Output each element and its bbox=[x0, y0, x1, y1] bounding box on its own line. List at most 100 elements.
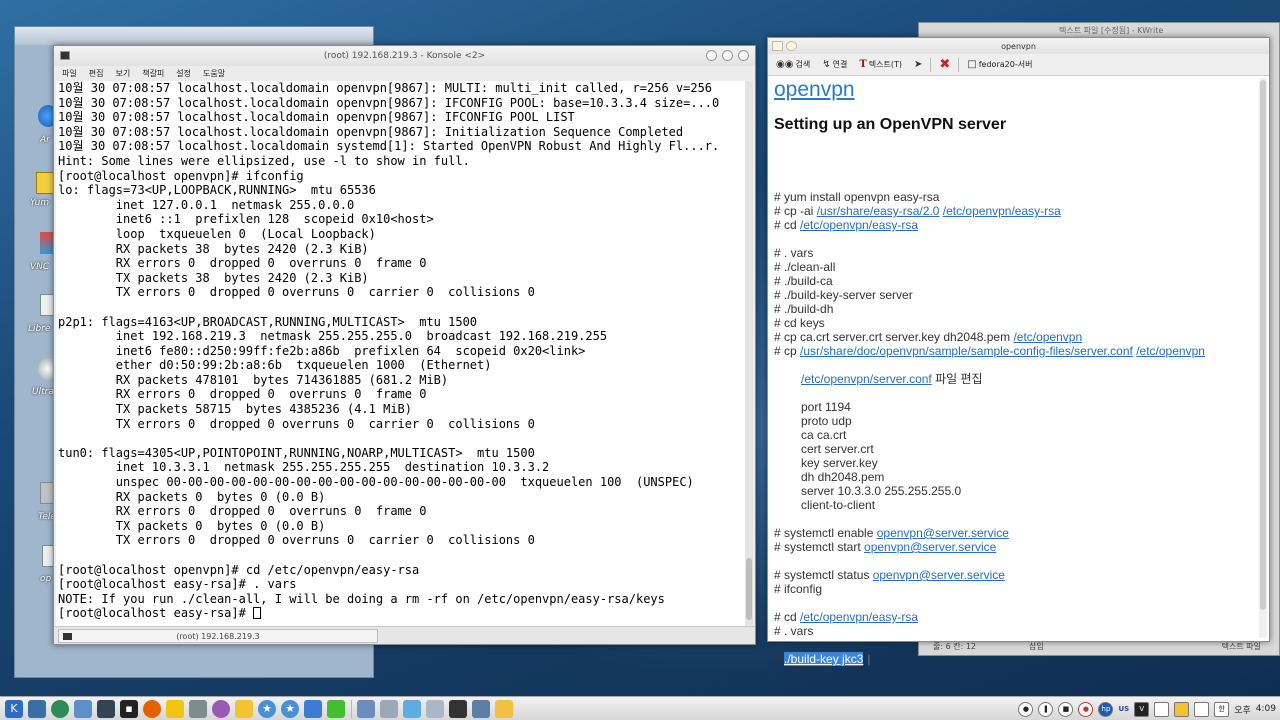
doc-link[interactable]: /etc/openvpn bbox=[1013, 330, 1082, 344]
doc-link[interactable]: /etc/openvpn/server.conf bbox=[801, 372, 932, 386]
konsole-window[interactable]: (root) 192.168.219.3 - Konsole <2> 파일 편집… bbox=[53, 45, 756, 645]
konsole-titlebar[interactable]: (root) 192.168.219.3 - Konsole <2> bbox=[54, 46, 755, 66]
chat-tray-icon[interactable] bbox=[1194, 701, 1210, 717]
kde-menu-icon[interactable]: K bbox=[5, 699, 23, 718]
menu-file[interactable]: 파일 bbox=[62, 68, 77, 79]
vmware-icon[interactable]: V bbox=[1134, 701, 1150, 717]
doc-link[interactable]: /usr/share/doc/openvpn/sample/sample-con… bbox=[800, 344, 1133, 358]
site-logo[interactable]: openvpn bbox=[774, 78, 855, 102]
clock-time[interactable]: 4:09 bbox=[1256, 704, 1276, 714]
browser-titlebar[interactable]: openvpn bbox=[768, 38, 1269, 54]
cmd-line: # systemctl enable openvpn@server.servic… bbox=[774, 526, 1009, 540]
terminal-line: lo: flags=73<UP,LOOPBACK,RUNNING> mtu 65… bbox=[58, 183, 376, 198]
network-icon[interactable] bbox=[472, 699, 490, 718]
chat-icon[interactable] bbox=[327, 699, 345, 718]
pause-icon[interactable]: ❚ bbox=[1038, 701, 1054, 717]
doc-link[interactable]: /etc/openvpn/easy-rsa bbox=[943, 204, 1061, 218]
browser-toolbar: ◉◉ 검색 ↯ 연결 T 텍스트(T) ➤ ✖ □ fedora20-서버 bbox=[768, 54, 1269, 76]
send-icon: ➤ bbox=[913, 59, 923, 70]
folder-icon[interactable] bbox=[235, 699, 253, 718]
browser-window[interactable]: openvpn ◉◉ 검색 ↯ 연결 T 텍스트(T) ➤ ✖ □ fedora20-서… bbox=[767, 37, 1270, 666]
menu-settings[interactable]: 설정 bbox=[176, 68, 191, 79]
search-button[interactable]: ◉◉ 검색 bbox=[772, 59, 814, 70]
globe-icon[interactable] bbox=[51, 699, 69, 718]
terminal-line: Hint: Some lines were ellipsized, use -l… bbox=[58, 153, 470, 168]
firefox-icon[interactable] bbox=[143, 699, 161, 718]
terminal-scrollbar[interactable] bbox=[745, 81, 753, 626]
page-heading: Setting up an OpenVPN server bbox=[774, 116, 1007, 133]
terminal-line: RX packets 0 bytes 0 (0.0 B) bbox=[58, 489, 326, 504]
maximize-button[interactable] bbox=[722, 50, 733, 61]
notes-icon[interactable] bbox=[166, 699, 184, 718]
terminal-output[interactable]: 10월 30 07:08:57 localhost.localdomain op… bbox=[56, 81, 746, 626]
text-icon: T bbox=[859, 59, 867, 70]
doc-link[interactable]: openvpn@server.service bbox=[864, 540, 996, 554]
page-content: openvpn Setting up an OpenVPN server # y… bbox=[774, 78, 1254, 638]
menu-edit[interactable]: 편집 bbox=[89, 68, 104, 79]
kwrite-file-type[interactable]: 텍스트 파일 bbox=[1222, 641, 1261, 652]
text-button[interactable]: T 텍스트(T) bbox=[855, 59, 906, 70]
doc-link[interactable]: openvpn@server.service bbox=[877, 526, 1009, 540]
doc-link[interactable]: /etc/openvpn/easy-rsa bbox=[800, 610, 918, 624]
terminal-line: RX errors 0 dropped 0 overruns 0 frame 0 bbox=[58, 387, 427, 402]
edit-icon[interactable] bbox=[380, 699, 398, 718]
keyboard-layout[interactable]: US bbox=[1118, 705, 1129, 713]
terminal-line: inet 10.3.3.1 netmask 255.255.255.255 de… bbox=[58, 460, 550, 475]
server-button[interactable]: □ fedora20-서버 bbox=[963, 59, 1036, 70]
selected-text[interactable]: ./build-key jkc3 bbox=[784, 652, 864, 666]
lips-icon[interactable]: ● bbox=[1078, 701, 1094, 717]
cmd-line: # cd /etc/openvpn/easy-rsa bbox=[774, 218, 919, 232]
close-button[interactable] bbox=[738, 50, 749, 61]
clipboard-icon[interactable] bbox=[403, 699, 421, 718]
browser-title: openvpn bbox=[1001, 41, 1036, 51]
record-icon[interactable]: ● bbox=[1018, 701, 1034, 717]
menu-help[interactable]: 도움말 bbox=[203, 68, 225, 79]
browser-scrollbar[interactable] bbox=[1259, 78, 1267, 638]
terminal-line: RX packets 38 bytes 2420 (2.3 KiB) bbox=[58, 241, 369, 256]
ime-icon[interactable]: 한 bbox=[1214, 701, 1230, 717]
terminal-icon[interactable]: ▪ bbox=[120, 699, 138, 718]
send-button[interactable]: ➤ bbox=[910, 59, 926, 70]
pin-icon[interactable] bbox=[786, 41, 797, 51]
desktop-icon[interactable] bbox=[28, 699, 46, 718]
cmd-line: # ifconfig bbox=[774, 582, 823, 596]
konsole-tab[interactable]: (root) 192.168.219.3 bbox=[58, 629, 378, 643]
star-icon[interactable]: ★ bbox=[281, 699, 299, 718]
kwrite-insert-mode[interactable]: 삽입 bbox=[1029, 641, 1044, 652]
desktop-label: Ar bbox=[40, 135, 50, 145]
conf-line: key server.key bbox=[801, 456, 878, 470]
folder-tray-icon[interactable] bbox=[1174, 701, 1190, 717]
notes-icon[interactable] bbox=[495, 699, 513, 718]
cmd-line: # cp -ai /usr/share/easy-rsa/2.0 /etc/op… bbox=[774, 204, 1061, 218]
monitor-icon[interactable] bbox=[97, 699, 115, 718]
doc-link[interactable]: openvpn@server.service bbox=[873, 568, 1005, 582]
tools-icon[interactable] bbox=[189, 699, 207, 718]
cmd-line: # ./build-key-server server bbox=[774, 288, 913, 302]
delete-button[interactable]: ✖ bbox=[935, 57, 954, 72]
doc-link[interactable]: /etc/openvpn/easy-rsa bbox=[800, 218, 918, 232]
doc-link[interactable]: /etc/openvpn bbox=[1136, 344, 1205, 358]
terminal-line: ether d0:50:99:2b:a8:6b txqueuelen 1000 … bbox=[58, 358, 492, 373]
desktop-label: Yum bbox=[30, 198, 50, 208]
clock-ampm: 오후 bbox=[1234, 705, 1251, 716]
calendar-icon[interactable] bbox=[426, 699, 444, 718]
stop-icon[interactable]: ■ bbox=[1058, 701, 1074, 717]
star-icon[interactable]: ★ bbox=[258, 699, 276, 718]
minimize-button[interactable] bbox=[706, 50, 717, 61]
terminal-icon[interactable] bbox=[449, 699, 467, 718]
finder-icon[interactable] bbox=[304, 699, 322, 718]
monitor-tray-icon[interactable] bbox=[1154, 701, 1170, 717]
window-icon[interactable] bbox=[357, 699, 375, 718]
terminal-line: loop txqueuelen 0 (Local Loopback) bbox=[58, 226, 376, 241]
doc-link[interactable]: /usr/share/easy-rsa/2.0 bbox=[817, 204, 940, 218]
konsole-title: (root) 192.168.219.3 - Konsole <2> bbox=[323, 51, 486, 61]
menu-bookmarks[interactable]: 책갈피 bbox=[142, 68, 164, 79]
hp-icon[interactable]: hp bbox=[1098, 701, 1114, 717]
terminal-prompt[interactable]: [root@localhost easy-rsa]# bbox=[56, 606, 746, 621]
files-icon[interactable] bbox=[74, 699, 92, 718]
link-button[interactable]: ↯ 연결 bbox=[818, 59, 851, 70]
media-icon[interactable] bbox=[212, 699, 230, 718]
terminal-line: [root@localhost easy-rsa]# . vars bbox=[58, 577, 297, 592]
menu-view[interactable]: 보기 bbox=[115, 68, 130, 79]
delete-icon: ✖ bbox=[939, 57, 951, 72]
